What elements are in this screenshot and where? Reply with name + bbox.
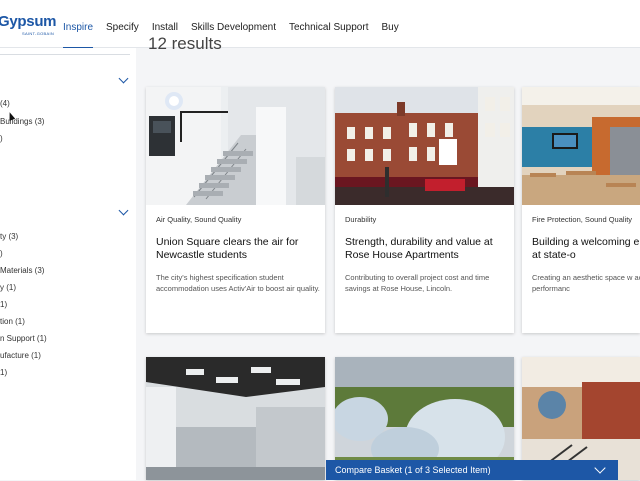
nav-technical-support[interactable]: Technical Support (289, 0, 369, 48)
filter-option[interactable]: n Support (1) (0, 334, 47, 343)
chevron-down-icon[interactable] (118, 205, 129, 216)
card-description: The city's highest specification student… (156, 273, 320, 293)
filter-option[interactable]: 1) (0, 368, 7, 377)
compare-basket-label: Compare Basket (1 of 3 Selected Item) (335, 465, 491, 475)
logo-subtext: SAINT-GOBAIN (22, 31, 55, 36)
result-card[interactable]: Fire Protection, Sound Quality Building … (522, 87, 640, 333)
card-tag: Fire Protection, Sound Quality (532, 215, 633, 224)
site-header: Gypsum SAINT-GOBAIN Inspire Specify Inst… (0, 0, 640, 49)
project-image (522, 87, 640, 205)
card-title[interactable]: Strength, durability and value at Rose H… (345, 236, 513, 262)
filter-option[interactable]: tion (1) (0, 317, 25, 326)
project-image (146, 357, 325, 480)
nav-buy[interactable]: Buy (381, 0, 398, 48)
nav-specify[interactable]: Specify (106, 0, 139, 48)
result-card[interactable]: Air Quality, Sound Quality Union Square … (146, 87, 325, 333)
project-image (146, 87, 325, 205)
nav-inspire[interactable]: Inspire (63, 0, 94, 49)
card-title[interactable]: Union Square clears the air for Newcastl… (156, 236, 324, 262)
card-description: Contributing to overall project cost and… (345, 273, 490, 293)
filter-option[interactable]: y (1) (0, 283, 16, 292)
filter-option[interactable]: ) (0, 249, 3, 258)
filter-option[interactable]: ufacture (1) (0, 351, 41, 360)
logo[interactable]: Gypsum (0, 13, 57, 30)
main-nav: Inspire Specify Install Skills Developme… (63, 0, 412, 49)
card-tag: Air Quality, Sound Quality (156, 215, 242, 224)
chevron-down-icon[interactable] (594, 462, 606, 474)
result-card[interactable]: Durability Strength, durability and valu… (335, 87, 514, 333)
result-card[interactable] (146, 357, 325, 480)
results-count: 12 results (148, 34, 222, 53)
card-title[interactable]: Building a welcoming environment at stat… (532, 236, 640, 262)
chevron-down-icon[interactable] (118, 73, 129, 84)
card-description: Creating an aesthetic space w acoustic a… (532, 273, 640, 293)
filter-option[interactable]: ) (0, 134, 3, 143)
filter-option[interactable]: (4) (0, 99, 10, 108)
compare-basket-bar[interactable]: Compare Basket (1 of 3 Selected Item) (326, 460, 618, 480)
project-image (335, 87, 514, 205)
divider (0, 54, 130, 55)
card-tag: Durability (345, 215, 377, 224)
filter-option[interactable]: Buildings (3) (0, 117, 44, 126)
filter-option[interactable]: 1) (0, 300, 7, 309)
filter-option[interactable]: ty (3) (0, 232, 18, 241)
filter-option[interactable]: Materials (3) (0, 266, 44, 275)
filter-sidebar: (4) Buildings (3) ) ty (3) ) Materials (… (0, 48, 136, 480)
